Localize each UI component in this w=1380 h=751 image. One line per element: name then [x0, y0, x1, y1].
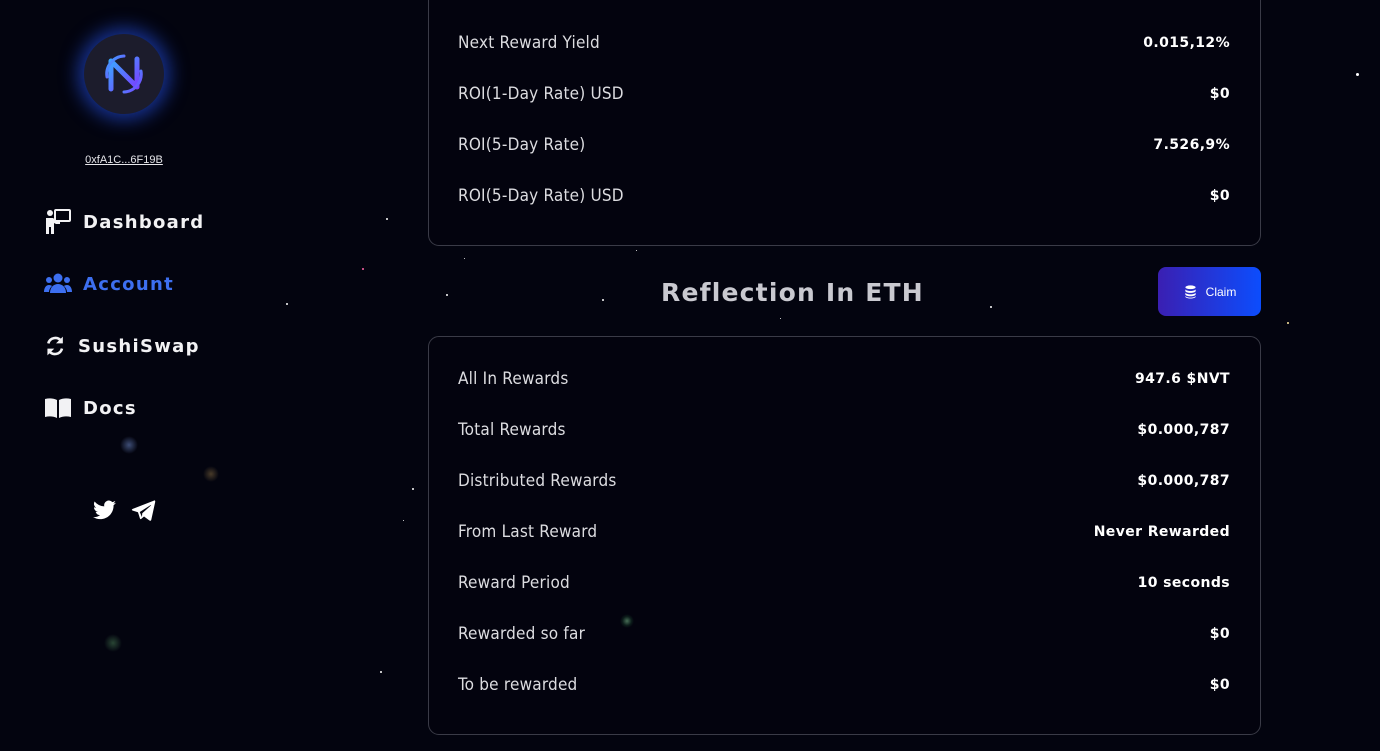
reward-label: Total Rewards [458, 420, 566, 440]
stat-row: Next Reward Yield 0.015,12% [458, 28, 1230, 58]
reward-value: 10 seconds [1137, 575, 1230, 591]
stat-label: ROI(5-Day Rate) USD [458, 186, 624, 206]
nav-label-docs: Docs [83, 397, 137, 419]
reward-row: From Last Reward Never Rewarded [458, 517, 1230, 547]
reward-value: $0 [1209, 677, 1230, 693]
book-open-icon [45, 398, 71, 418]
stat-label: ROI(5-Day Rate) [458, 135, 586, 155]
nav-label-dashboard: Dashboard [83, 211, 205, 233]
nav-label-account: Account [83, 273, 174, 295]
stat-row: ROI(5-Day Rate) USD $0 [458, 181, 1230, 211]
nav-item-sushiswap[interactable]: SushiSwap [44, 331, 200, 361]
brand-logo-icon [105, 54, 143, 94]
claim-button[interactable]: Claim [1158, 267, 1261, 316]
stat-row: ROI(1-Day Rate) USD $0 [458, 79, 1230, 109]
reward-row: All In Rewards 947.6 $NVT [458, 364, 1230, 394]
nav-label-sushiswap: SushiSwap [78, 335, 200, 357]
nav-item-account[interactable]: Account [44, 269, 174, 299]
reward-value: Never Rewarded [1093, 524, 1230, 540]
reward-label: To be rewarded [458, 675, 578, 695]
social-links [92, 498, 156, 523]
telegram-icon[interactable] [131, 498, 156, 523]
reward-value: $0.000,787 [1137, 422, 1230, 438]
nav-item-dashboard[interactable]: Dashboard [44, 207, 204, 237]
reward-value: $0 [1209, 626, 1230, 642]
wallet-address-link[interactable]: 0xfA1C...6F19B [0, 154, 248, 166]
reflection-title: Reflection In ETH [661, 278, 924, 307]
stat-value: $0 [1209, 188, 1230, 204]
stat-value: $0 [1209, 86, 1230, 102]
sidebar: 0xfA1C...6F19B Dashboard Account SushiSw… [0, 0, 250, 751]
stat-value: 0.015,12% [1143, 35, 1230, 51]
presentation-icon [46, 209, 71, 234]
reward-row: Distributed Rewards $0.000,787 [458, 466, 1230, 496]
coins-icon [1185, 285, 1196, 299]
nav-item-docs[interactable]: Docs [44, 393, 137, 423]
reward-row: Total Rewards $0.000,787 [458, 415, 1230, 445]
twitter-icon[interactable] [92, 498, 117, 523]
reflection-panel: All In Rewards 947.6 $NVT Total Rewards … [428, 336, 1261, 735]
stat-label: ROI(1-Day Rate) USD [458, 84, 624, 104]
stat-label: Next Reward Yield [458, 33, 600, 53]
reward-row: To be rewarded $0 [458, 670, 1230, 700]
reward-label: Distributed Rewards [458, 471, 617, 491]
reward-label: All In Rewards [458, 369, 569, 389]
reward-row: Rewarded so far $0 [458, 619, 1230, 649]
brand-logo[interactable] [84, 34, 164, 114]
claim-button-label: Claim [1205, 284, 1237, 299]
reward-row: Reward Period 10 seconds [458, 568, 1230, 598]
stat-row: ROI(5-Day Rate) 7.526,9% [458, 130, 1230, 160]
reward-label: Reward Period [458, 573, 570, 593]
reward-label: Rewarded so far [458, 624, 586, 644]
sync-icon [47, 336, 64, 356]
roi-stats-panel: Next Reward Yield 0.015,12% ROI(1-Day Ra… [428, 0, 1261, 246]
stat-value: 7.526,9% [1153, 137, 1230, 153]
users-icon [44, 273, 72, 293]
reward-value: $0.000,787 [1137, 473, 1230, 489]
reward-label: From Last Reward [458, 522, 598, 542]
reward-value: 947.6 $NVT [1135, 371, 1230, 387]
